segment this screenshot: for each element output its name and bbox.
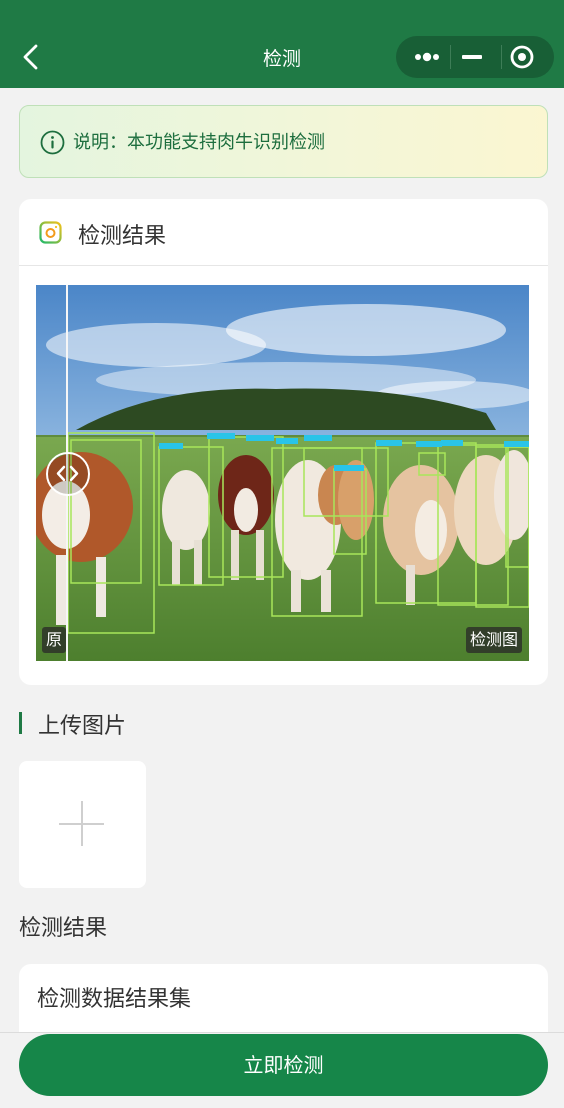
divider [19,265,548,266]
minimize-button[interactable] [454,36,498,78]
minus-icon [462,55,482,59]
close-miniprogram-button[interactable] [504,36,548,78]
mini-program-capsule [396,36,554,78]
notice-banner: 说明：本功能支持肉牛识别检测 [19,105,548,178]
detect-result-label: 检测结果 [19,916,108,941]
cattle-photo [36,285,529,661]
target-circle-icon [510,45,534,69]
left-right-arrows-icon [56,465,79,482]
notice-text: 说明：本功能支持肉牛识别检测 [73,132,325,153]
camera-icon [39,221,62,244]
compare-handle[interactable] [46,452,90,496]
detect-now-button[interactable]: 立即检测 [19,1034,548,1096]
image-compare-slider[interactable]: 原 检测图 [36,285,529,661]
upload-image-button[interactable] [19,761,146,888]
result-card: 检测结果 原 检测图 [19,199,548,685]
capsule-divider [501,45,502,69]
more-dots-icon [415,52,439,62]
more-button[interactable] [406,36,450,78]
result-data-title: 检测数据结果集 [37,987,192,1012]
original-image-label: 原 [42,627,67,653]
app-frame: 检测 说明：本功能支持肉牛识别检测 检测结果 原 检测图 上传图片 检测结果 检… [0,0,564,1108]
detected-image-label: 检测图 [465,627,522,653]
capsule-divider [450,45,451,69]
result-title: 检测结果 [78,224,167,249]
section-accent-bar [19,712,22,734]
upload-title: 上传图片 [38,714,127,739]
nav-bar: 检测 [0,0,564,88]
plus-icon [59,801,104,846]
info-circle-icon [40,130,65,155]
